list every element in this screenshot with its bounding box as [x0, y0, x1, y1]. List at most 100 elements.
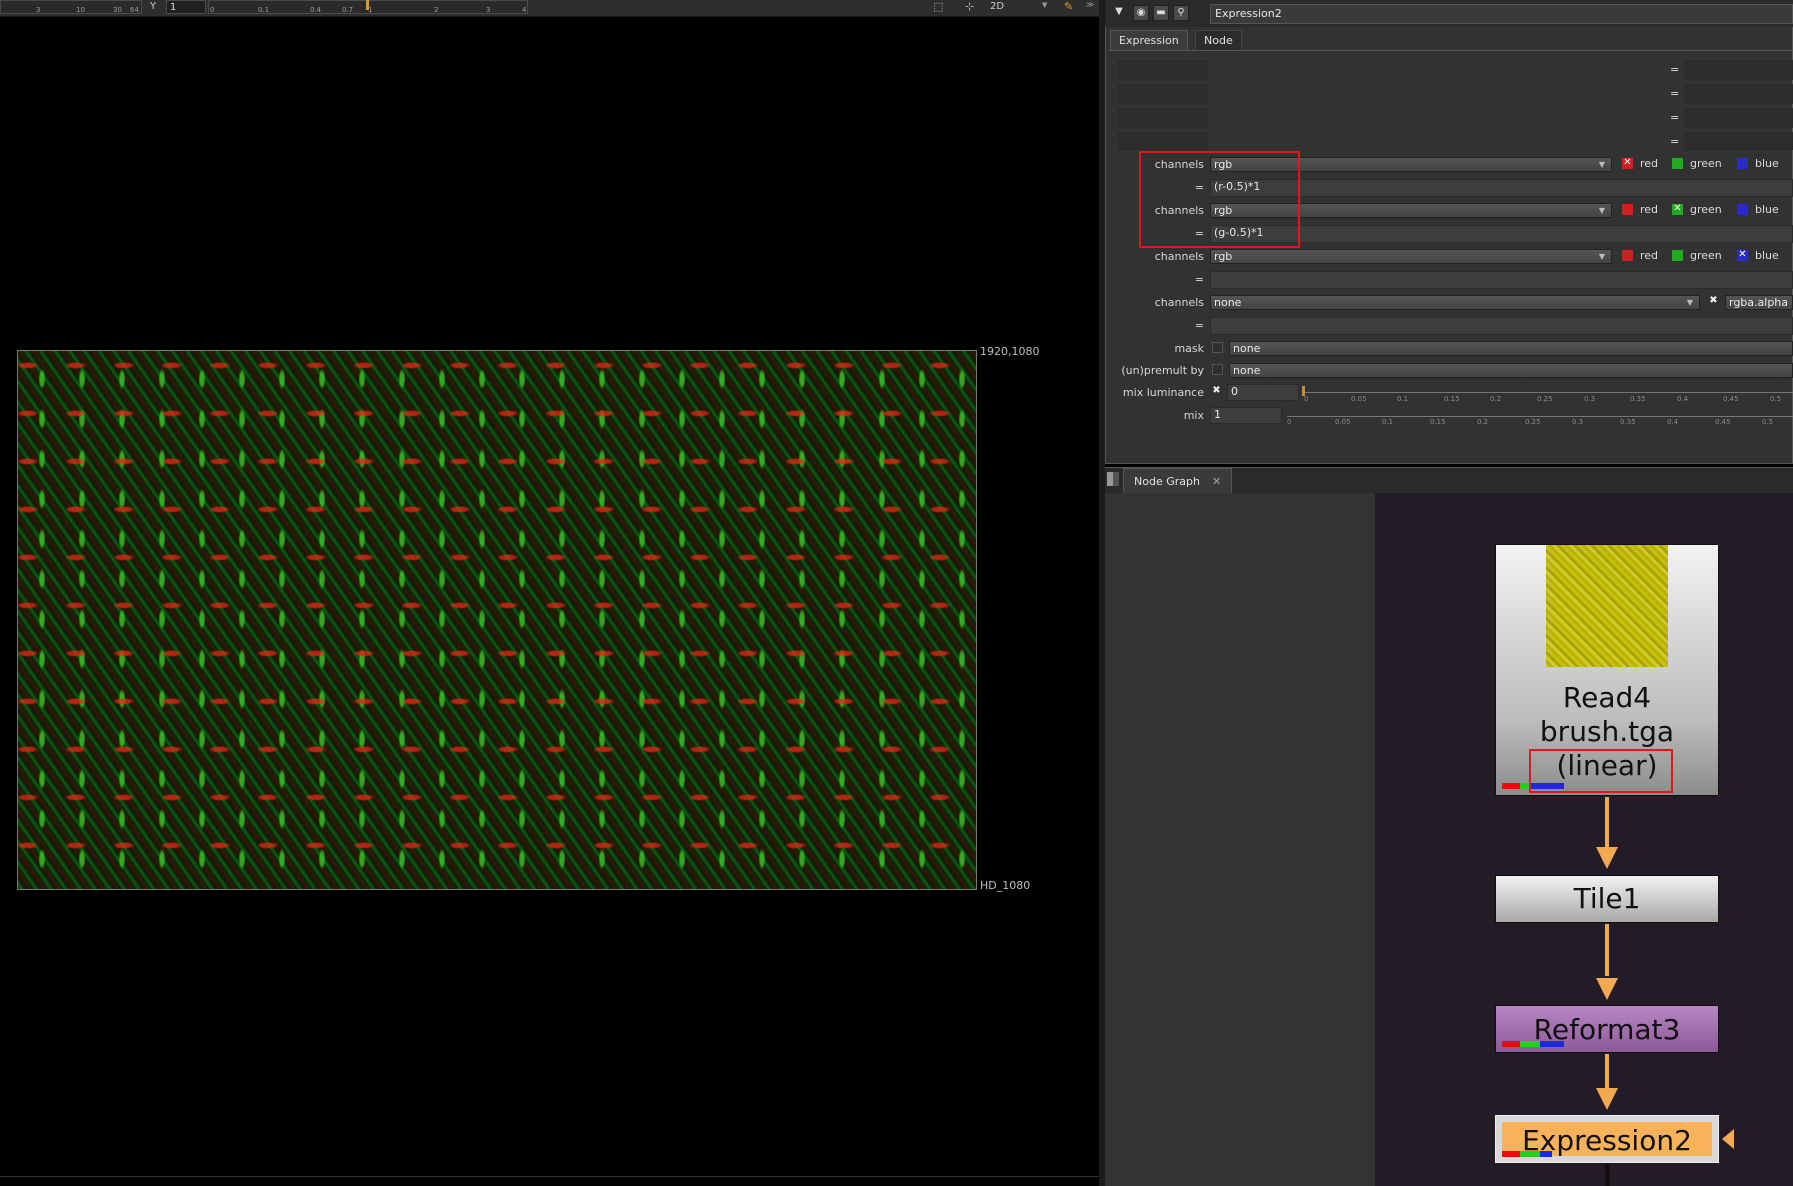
mix-label: mix: [1183, 409, 1204, 422]
ruler-tick: 3: [486, 6, 491, 14]
temp-expr-field[interactable]: [1685, 60, 1793, 80]
transform-icon[interactable]: ⊹: [965, 0, 974, 13]
slider-tick-label: 0: [1304, 395, 1309, 403]
green-channel-indicator: [1520, 1151, 1540, 1157]
format-resolution-label: 1920,1080: [980, 345, 1040, 358]
equals-label: =: [1670, 87, 1680, 100]
chevron-down-icon: ▼: [1598, 160, 1605, 169]
viewer-toggle-icon[interactable]: ◉: [1133, 5, 1149, 21]
close-icon[interactable]: ✕: [1212, 475, 1221, 488]
equals-label: =: [1194, 319, 1204, 332]
red-label: red: [1640, 249, 1659, 262]
temp-name-field[interactable]: [1118, 132, 1208, 150]
chevron-down-icon[interactable]: ▼: [1042, 1, 1047, 9]
chevron-down-icon: ▼: [1598, 252, 1605, 261]
blue-checkbox[interactable]: ✕: [1737, 250, 1748, 261]
channels-label: channels: [1154, 250, 1204, 263]
alpha-channel-dropdown[interactable]: rgba.alpha: [1725, 295, 1793, 310]
mask-input-arrow[interactable]: [1722, 1129, 1734, 1149]
ruler-tick: 3: [36, 6, 41, 14]
reformat-node[interactable]: Reformat3: [1495, 1005, 1719, 1053]
equals-label: =: [1670, 135, 1680, 148]
pick-icon[interactable]: ✎: [1064, 0, 1073, 13]
blue-channel-indicator: [1540, 1041, 1564, 1047]
slider-tick-label: 0: [1287, 418, 1292, 426]
channels-dropdown[interactable]: none ▼: [1210, 295, 1700, 310]
green-checkbox[interactable]: ✕: [1672, 204, 1683, 215]
expr-field-blue[interactable]: [1210, 271, 1793, 289]
mix-luminance-checkbox[interactable]: ✖: [1211, 386, 1222, 397]
blue-checkbox[interactable]: [1737, 158, 1748, 169]
read-node-file: brush.tga: [1539, 715, 1675, 748]
green-checkbox[interactable]: [1672, 158, 1683, 169]
equals-label: =: [1670, 63, 1680, 76]
expr-field-alpha[interactable]: [1210, 317, 1793, 335]
center-node-icon[interactable]: ▬: [1153, 5, 1169, 21]
mix-field[interactable]: 1: [1210, 407, 1282, 424]
alpha-checkbox[interactable]: ✖: [1708, 296, 1719, 307]
red-channel-indicator: [1502, 783, 1520, 789]
chevron-down-icon: ▼: [1686, 298, 1693, 307]
green-checkbox[interactable]: [1672, 250, 1683, 261]
overflow-icon[interactable]: ≫: [1086, 0, 1094, 9]
view-mode-dropdown[interactable]: 2D: [990, 1, 1004, 12]
blue-channel-indicator: [1540, 1151, 1552, 1157]
green-label: green: [1690, 203, 1722, 216]
slider-tick-label: 0.3: [1572, 418, 1584, 426]
channels-label: channels: [1154, 296, 1204, 309]
blue-checkbox[interactable]: [1737, 204, 1748, 215]
y-field[interactable]: 1: [166, 0, 206, 14]
red-checkbox[interactable]: [1622, 250, 1633, 261]
temp-expr-field[interactable]: [1685, 84, 1793, 104]
slider-tick-label: 0.05: [1351, 395, 1367, 403]
tab-expression[interactable]: Expression: [1110, 30, 1188, 50]
mix-luminance-field[interactable]: 0: [1227, 384, 1299, 401]
channels-value: none: [1214, 296, 1242, 309]
tab-node[interactable]: Node: [1195, 30, 1242, 50]
temp-name-field[interactable]: [1118, 84, 1208, 104]
slider-tick-label: 0.15: [1430, 418, 1446, 426]
red-checkbox[interactable]: [1622, 204, 1633, 215]
mix-luminance-slider[interactable]: [1304, 392, 1793, 393]
roi-icon[interactable]: ⬚: [933, 0, 943, 13]
collapse-icon[interactable]: ▼: [1111, 5, 1127, 21]
mask-dropdown[interactable]: none: [1229, 341, 1793, 356]
tab-node-graph[interactable]: Node Graph ✕: [1123, 468, 1233, 493]
y-label: Y: [150, 1, 157, 12]
premult-checkbox[interactable]: [1212, 364, 1223, 375]
expression-node[interactable]: Expression2: [1495, 1115, 1719, 1163]
slider-tick-label: 0.35: [1620, 418, 1636, 426]
tile-node[interactable]: Tile1: [1495, 875, 1719, 923]
temp-name-field[interactable]: [1118, 108, 1208, 128]
red-label: red: [1640, 157, 1659, 170]
pane-menu-icon[interactable]: [1107, 472, 1119, 486]
channels-dropdown[interactable]: rgb ▼: [1210, 249, 1612, 264]
slider-tick-label: 0.2: [1477, 418, 1489, 426]
slider-tick-label: 0.4: [1667, 418, 1679, 426]
viewer-bottom-divider: [0, 1176, 1099, 1177]
chevron-down-icon: ▼: [1598, 206, 1605, 215]
blue-label: blue: [1755, 157, 1779, 170]
node-graph-backdrop-left[interactable]: [1105, 493, 1375, 1186]
mask-checkbox[interactable]: [1212, 342, 1223, 353]
ruler-tick: 0.4: [310, 6, 322, 14]
mask-label: mask: [1174, 342, 1204, 355]
red-checkbox[interactable]: ✕: [1622, 158, 1633, 169]
green-label: green: [1690, 249, 1722, 262]
red-channel-indicator: [1502, 1151, 1520, 1157]
gain-slider-handle[interactable]: [366, 0, 369, 10]
temp-expr-field[interactable]: [1685, 132, 1793, 150]
mix-slider[interactable]: [1287, 416, 1793, 417]
node-name-field[interactable]: Expression2: [1210, 4, 1793, 24]
slider-tick-label: 0.4: [1677, 395, 1689, 403]
slider-tick-label: 0.35: [1630, 395, 1646, 403]
temp-expr-field[interactable]: [1685, 108, 1793, 128]
read-node-name: Read4: [1562, 681, 1652, 714]
temp-name-field[interactable]: [1118, 60, 1208, 80]
connection-arrow: [1605, 924, 1609, 976]
highlight-box: [1139, 151, 1300, 248]
ruler-tick: 64: [130, 6, 139, 14]
premult-dropdown[interactable]: none: [1229, 363, 1793, 378]
ruler-tick: 4: [522, 6, 527, 14]
float-panel-icon[interactable]: ⚲: [1173, 5, 1189, 21]
